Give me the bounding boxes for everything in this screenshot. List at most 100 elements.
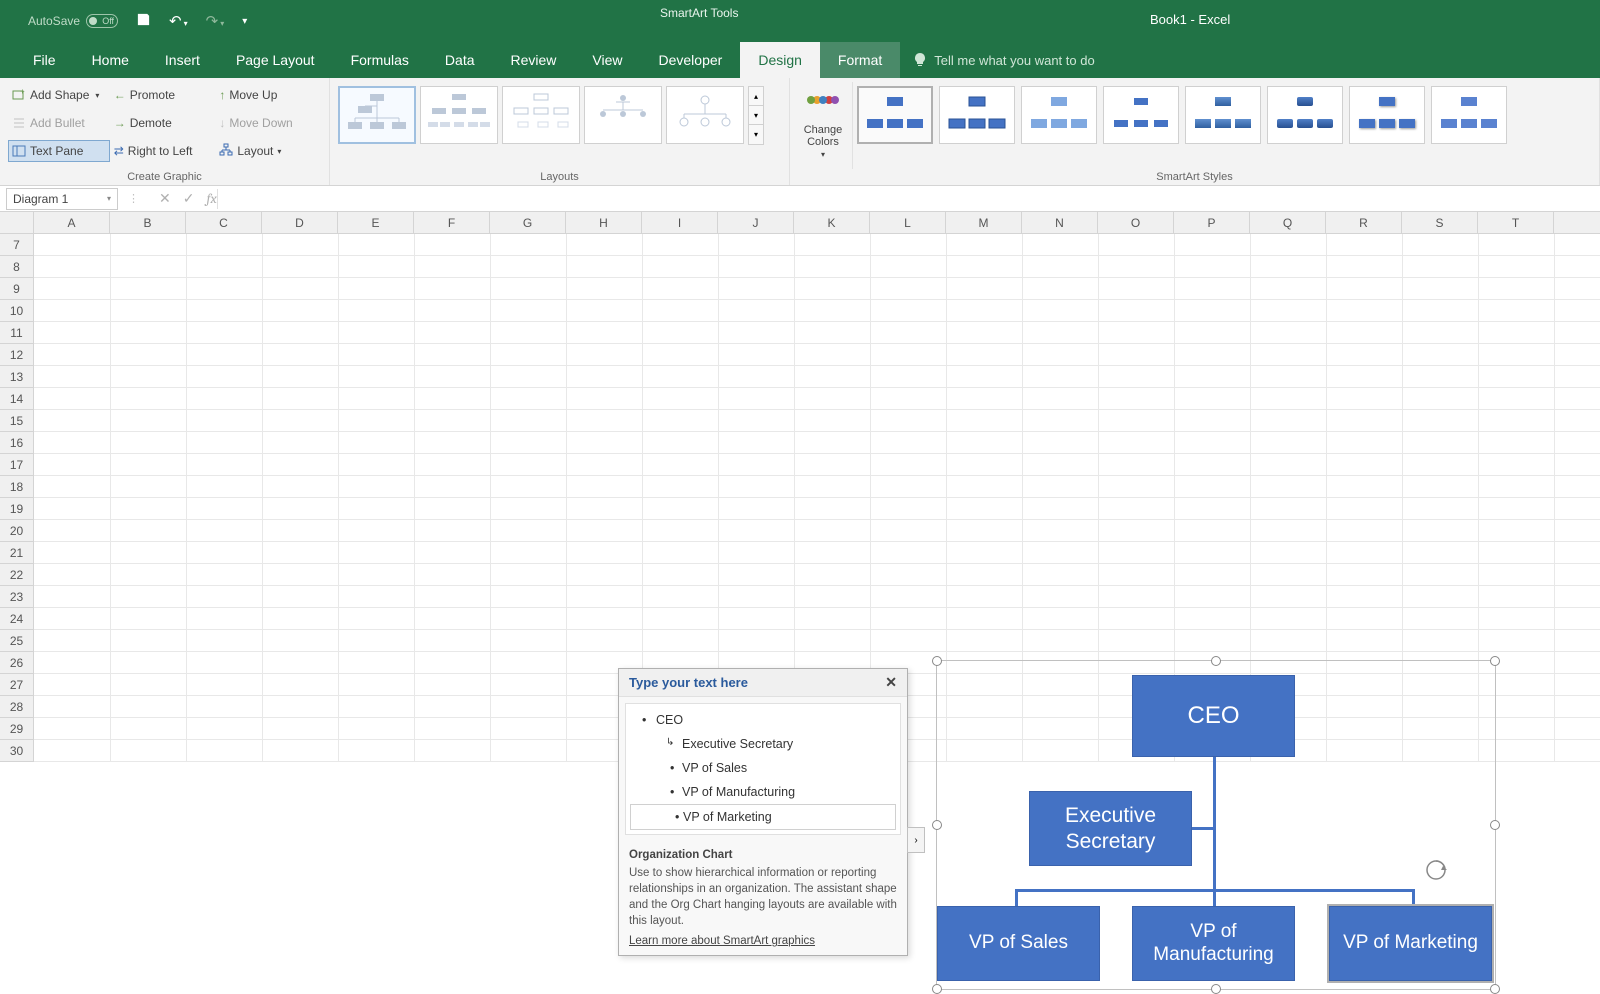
layout-thumb-1[interactable]: [338, 86, 416, 144]
resize-handle[interactable]: [932, 984, 942, 994]
style-thumb-5[interactable]: [1185, 86, 1261, 144]
tab-file[interactable]: File: [15, 42, 74, 78]
row-header[interactable]: 20: [0, 520, 34, 542]
column-header[interactable]: N: [1022, 212, 1098, 233]
tell-me-search[interactable]: Tell me what you want to do: [912, 52, 1094, 68]
resize-handle[interactable]: [1490, 820, 1500, 830]
resize-handle[interactable]: [932, 656, 942, 666]
column-header[interactable]: Q: [1250, 212, 1326, 233]
tab-review[interactable]: Review: [493, 42, 575, 78]
cancel-formula-icon[interactable]: ✕: [159, 190, 171, 207]
column-header[interactable]: R: [1326, 212, 1402, 233]
text-pane-collapse-tab[interactable]: ›: [907, 827, 925, 853]
column-header[interactable]: G: [490, 212, 566, 233]
row-header[interactable]: 16: [0, 432, 34, 454]
tab-view[interactable]: View: [574, 42, 640, 78]
style-thumb-3[interactable]: [1021, 86, 1097, 144]
column-header[interactable]: M: [946, 212, 1022, 233]
column-header[interactable]: I: [642, 212, 718, 233]
tab-insert[interactable]: Insert: [147, 42, 218, 78]
column-header[interactable]: S: [1402, 212, 1478, 233]
style-thumb-6[interactable]: [1267, 86, 1343, 144]
column-header[interactable]: E: [338, 212, 414, 233]
name-box-dropdown-icon[interactable]: ▾: [107, 194, 111, 203]
change-colors-button[interactable]: Change Colors▾: [798, 82, 848, 169]
save-icon[interactable]: [136, 12, 151, 31]
qat-customize-icon[interactable]: ▾: [242, 16, 247, 27]
promote-button[interactable]: ←Promote: [110, 84, 216, 106]
row-header[interactable]: 25: [0, 630, 34, 652]
style-thumb-7[interactable]: [1349, 86, 1425, 144]
row-header[interactable]: 14: [0, 388, 34, 410]
smartart-diagram[interactable]: CEO Executive Secretary VP of Sales VP o…: [936, 660, 1496, 990]
layout-thumb-5[interactable]: [666, 86, 744, 144]
fx-icon[interactable]: fx: [206, 190, 216, 207]
column-header[interactable]: C: [186, 212, 262, 233]
row-header[interactable]: 22: [0, 564, 34, 586]
autosave-toggle[interactable]: AutoSave Off: [28, 14, 118, 28]
undo-icon[interactable]: ↶▾: [169, 12, 188, 30]
rotate-handle-icon[interactable]: [1425, 859, 1447, 881]
row-header[interactable]: 29: [0, 718, 34, 740]
row-header[interactable]: 8: [0, 256, 34, 278]
move-up-button[interactable]: ↑Move Up: [215, 84, 321, 106]
tab-design[interactable]: Design: [740, 42, 820, 78]
style-thumb-4[interactable]: [1103, 86, 1179, 144]
column-header[interactable]: J: [718, 212, 794, 233]
text-pane-item[interactable]: Executive Secretary: [626, 732, 900, 756]
tab-formulas[interactable]: Formulas: [333, 42, 427, 78]
tab-home[interactable]: Home: [74, 42, 147, 78]
row-header[interactable]: 15: [0, 410, 34, 432]
row-header[interactable]: 7: [0, 234, 34, 256]
layout-button[interactable]: Layout ▾: [215, 140, 321, 162]
text-pane-item[interactable]: VP of Sales: [626, 756, 900, 780]
column-header[interactable]: T: [1478, 212, 1554, 233]
column-header[interactable]: F: [414, 212, 490, 233]
column-header[interactable]: H: [566, 212, 642, 233]
text-pane-learn-more-link[interactable]: Learn more about SmartArt graphics: [629, 935, 815, 947]
redo-icon[interactable]: ↷▾: [206, 12, 225, 30]
select-all-corner[interactable]: [0, 212, 34, 233]
column-header[interactable]: O: [1098, 212, 1174, 233]
row-header[interactable]: 11: [0, 322, 34, 344]
column-header[interactable]: D: [262, 212, 338, 233]
row-header[interactable]: 26: [0, 652, 34, 674]
tab-page-layout[interactable]: Page Layout: [218, 42, 333, 78]
text-pane-item[interactable]: VP of Manufacturing: [626, 780, 900, 804]
add-shape-button[interactable]: +Add Shape ▾: [8, 84, 110, 106]
demote-button[interactable]: →Demote: [110, 112, 216, 134]
row-header[interactable]: 9: [0, 278, 34, 300]
resize-handle[interactable]: [1490, 656, 1500, 666]
layout-thumb-4[interactable]: [584, 86, 662, 144]
style-thumb-8[interactable]: [1431, 86, 1507, 144]
text-pane-list[interactable]: CEO Executive Secretary VP of Sales VP o…: [625, 703, 901, 835]
row-header[interactable]: 13: [0, 366, 34, 388]
row-header[interactable]: 27: [0, 674, 34, 696]
autosave-switch[interactable]: Off: [86, 14, 118, 28]
enter-formula-icon[interactable]: ✓: [183, 190, 195, 207]
row-header[interactable]: 21: [0, 542, 34, 564]
row-header[interactable]: 28: [0, 696, 34, 718]
text-pane-button[interactable]: Text Pane: [8, 140, 110, 162]
row-header[interactable]: 18: [0, 476, 34, 498]
right-to-left-button[interactable]: ⇄Right to Left: [110, 140, 216, 162]
row-header[interactable]: 19: [0, 498, 34, 520]
column-header[interactable]: K: [794, 212, 870, 233]
tab-format[interactable]: Format: [820, 42, 900, 78]
resize-handle[interactable]: [1211, 656, 1221, 666]
org-node-vp3[interactable]: VP of Marketing: [1329, 906, 1492, 981]
org-node-ceo[interactable]: CEO: [1132, 675, 1295, 757]
org-node-vp2[interactable]: VP of Manufacturing: [1132, 906, 1295, 981]
row-header[interactable]: 17: [0, 454, 34, 476]
resize-handle[interactable]: [932, 820, 942, 830]
row-header[interactable]: 24: [0, 608, 34, 630]
row-header[interactable]: 10: [0, 300, 34, 322]
column-header[interactable]: B: [110, 212, 186, 233]
column-header[interactable]: A: [34, 212, 110, 233]
row-header[interactable]: 30: [0, 740, 34, 762]
column-header[interactable]: P: [1174, 212, 1250, 233]
column-header[interactable]: L: [870, 212, 946, 233]
row-header[interactable]: 23: [0, 586, 34, 608]
org-node-vp1[interactable]: VP of Sales: [937, 906, 1100, 981]
tab-data[interactable]: Data: [427, 42, 493, 78]
